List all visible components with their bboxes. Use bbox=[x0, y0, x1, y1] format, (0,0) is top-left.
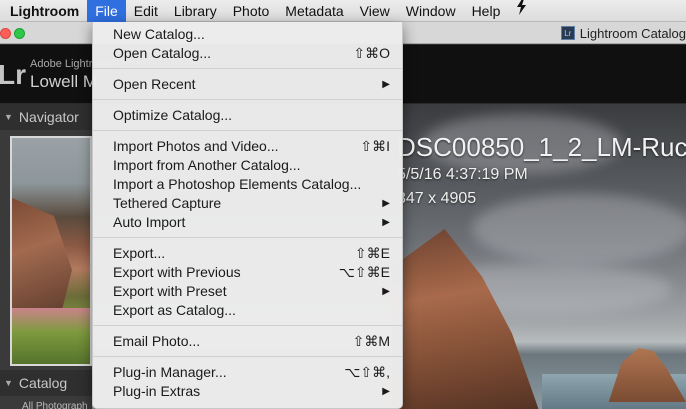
menu-separator bbox=[93, 325, 402, 326]
lightroom-app-icon: Lr bbox=[560, 26, 575, 40]
menu-item-label: Plug-in Extras bbox=[113, 383, 201, 399]
window-close-button[interactable] bbox=[0, 28, 11, 39]
menu-item-shortcut: ⇧⌘O bbox=[353, 45, 390, 61]
menu-metadata[interactable]: Metadata bbox=[277, 0, 351, 22]
menu-item-tethered-capture[interactable]: Tethered Capture ▶ bbox=[93, 194, 402, 213]
menu-view[interactable]: View bbox=[352, 0, 398, 22]
menu-item-export-with-preset[interactable]: Export with Preset ▶ bbox=[93, 282, 402, 301]
menu-item-shortcut: ⌥⇧⌘, bbox=[344, 364, 390, 380]
menu-item-export-as-catalog[interactable]: Export as Catalog... bbox=[93, 301, 402, 320]
menu-item-import-photos[interactable]: Import Photos and Video... ⇧⌘I bbox=[93, 137, 402, 156]
photo-dimensions-overlay: 347 x 4905 bbox=[397, 190, 477, 207]
menu-item-open-catalog[interactable]: Open Catalog... ⇧⌘O bbox=[93, 44, 402, 63]
collapse-triangle-icon: ▼ bbox=[4, 112, 13, 122]
window-title-text: Lightroom Catalog bbox=[579, 25, 686, 41]
menu-separator bbox=[93, 356, 402, 357]
script-menu-icon[interactable] bbox=[508, 0, 534, 22]
menu-file[interactable]: File bbox=[87, 0, 126, 22]
submenu-arrow-icon: ▶ bbox=[382, 217, 390, 228]
menu-item-label: Auto Import bbox=[113, 214, 186, 230]
menu-edit[interactable]: Edit bbox=[126, 0, 166, 22]
all-photographs-item[interactable]: All Photograph bbox=[22, 401, 88, 409]
navigator-label: Navigator bbox=[18, 109, 79, 125]
lightroom-logo: Lr bbox=[0, 59, 26, 90]
menu-separator bbox=[93, 130, 402, 131]
navigator-preview-image[interactable] bbox=[10, 136, 92, 366]
menu-separator bbox=[93, 99, 402, 100]
menu-item-label: Plug-in Manager... bbox=[113, 364, 227, 380]
submenu-arrow-icon: ▶ bbox=[382, 79, 390, 90]
menu-separator bbox=[93, 68, 402, 69]
menu-item-import-photoshop-elements[interactable]: Import a Photoshop Elements Catalog... bbox=[93, 175, 402, 194]
menu-photo[interactable]: Photo bbox=[225, 0, 278, 22]
menu-library[interactable]: Library bbox=[166, 0, 225, 22]
submenu-arrow-icon: ▶ bbox=[382, 198, 390, 209]
menu-item-label: Import a Photoshop Elements Catalog... bbox=[113, 176, 362, 192]
menu-item-label: Email Photo... bbox=[113, 333, 201, 349]
menu-item-label: Import from Another Catalog... bbox=[113, 157, 301, 173]
window-title: Lr Lightroom Catalog bbox=[560, 22, 686, 44]
cloud bbox=[472, 194, 686, 264]
menu-item-label: Tethered Capture bbox=[113, 195, 222, 211]
menu-item-label: Export as Catalog... bbox=[113, 302, 236, 318]
menu-item-label: Optimize Catalog... bbox=[113, 107, 233, 123]
menu-item-export-with-previous[interactable]: Export with Previous ⌥⇧⌘E bbox=[93, 263, 402, 282]
file-menu-dropdown: New Catalog... Open Catalog... ⇧⌘O Open … bbox=[92, 22, 403, 409]
menu-item-shortcut: ⇧⌘E bbox=[354, 245, 390, 261]
menu-item-open-recent[interactable]: Open Recent ▶ bbox=[93, 75, 402, 94]
menu-item-shortcut: ⇧⌘I bbox=[360, 138, 390, 154]
menu-item-import-from-catalog[interactable]: Import from Another Catalog... bbox=[93, 156, 402, 175]
menu-help[interactable]: Help bbox=[464, 0, 509, 22]
menu-window[interactable]: Window bbox=[398, 0, 464, 22]
photo-filename-overlay: DSC00850_1_2_LM-Ruc bbox=[397, 132, 686, 162]
left-panel: ▼ Navigator ▼ Catalog All Photograph bbox=[0, 104, 92, 409]
catalog-label: Catalog bbox=[18, 375, 68, 391]
menu-item-label: Open Recent bbox=[113, 76, 196, 92]
menu-item-label: Export with Preset bbox=[113, 283, 227, 299]
menu-item-plugin-extras[interactable]: Plug-in Extras ▶ bbox=[93, 382, 402, 401]
sea-stack-rock bbox=[608, 348, 686, 402]
catalog-panel-header[interactable]: ▼ Catalog bbox=[0, 370, 92, 396]
menu-item-label: Export with Previous bbox=[113, 264, 241, 280]
navigator-panel-header[interactable]: ▼ Navigator bbox=[0, 104, 92, 130]
window-zoom-button[interactable] bbox=[14, 28, 25, 39]
menu-item-label: Export... bbox=[113, 245, 166, 261]
menu-item-plugin-manager[interactable]: Plug-in Manager... ⌥⇧⌘, bbox=[93, 363, 402, 382]
menu-item-label: Import Photos and Video... bbox=[113, 138, 279, 154]
menu-item-optimize-catalog[interactable]: Optimize Catalog... bbox=[93, 106, 402, 125]
menu-item-new-catalog[interactable]: New Catalog... bbox=[93, 25, 402, 44]
menu-item-label: New Catalog... bbox=[113, 26, 205, 42]
submenu-arrow-icon: ▶ bbox=[382, 386, 390, 397]
identity-user-name: Lowell M bbox=[30, 72, 98, 91]
preview-cliff bbox=[12, 198, 72, 318]
photo-date-overlay: 5/5/16 4:37:19 PM bbox=[397, 166, 528, 183]
submenu-arrow-icon: ▶ bbox=[382, 286, 390, 297]
menu-item-shortcut: ⌥⇧⌘E bbox=[338, 264, 390, 280]
collapse-triangle-icon: ▼ bbox=[4, 378, 13, 388]
preview-grass bbox=[12, 308, 90, 364]
menu-item-email-photo[interactable]: Email Photo... ⇧⌘M bbox=[93, 332, 402, 351]
menu-separator bbox=[93, 237, 402, 238]
menu-app-lightroom[interactable]: Lightroom bbox=[0, 0, 87, 22]
menu-item-label: Open Catalog... bbox=[113, 45, 212, 61]
menu-item-auto-import[interactable]: Auto Import ▶ bbox=[93, 213, 402, 232]
menu-item-shortcut: ⇧⌘M bbox=[352, 333, 390, 349]
menu-bar: Lightroom File Edit Library Photo Metada… bbox=[0, 0, 686, 22]
menu-item-export[interactable]: Export... ⇧⌘E bbox=[93, 244, 402, 263]
